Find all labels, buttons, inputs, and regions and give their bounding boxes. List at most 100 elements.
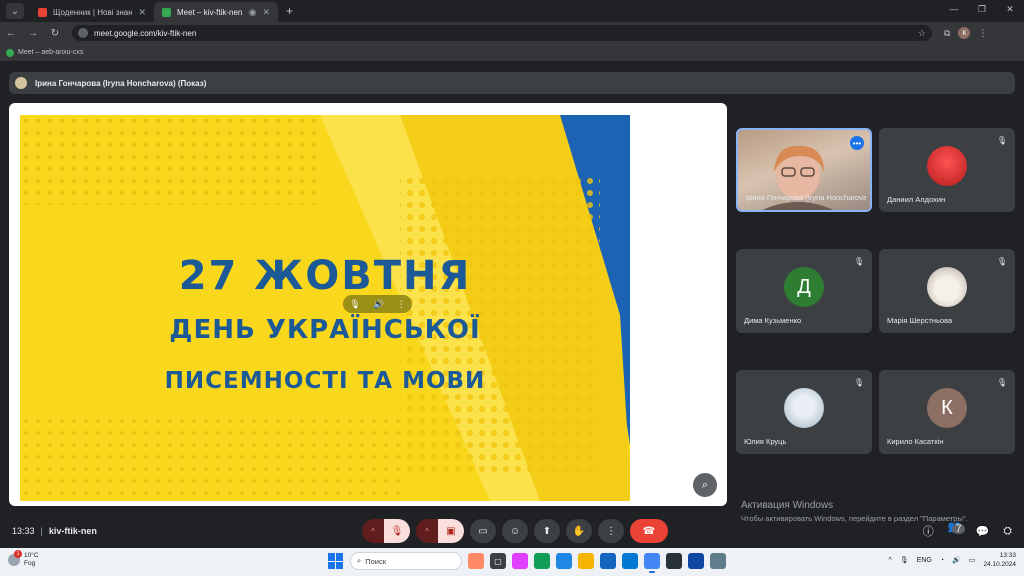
system-tray: ^ 🎙 ENG ◔ 🔊 ▭ 13:33 24.10.2024	[889, 551, 1016, 569]
participant-tile[interactable]: 🎙 Марія Шерстньова	[879, 249, 1015, 333]
taskbar-search[interactable]: ⌕ Поиск	[350, 552, 462, 570]
mic-off-icon: 🎙	[853, 257, 864, 266]
tab-search-button[interactable]: ⌄	[6, 3, 24, 19]
language-indicator[interactable]: ENG	[917, 557, 932, 564]
more-icon[interactable]: ⋮	[397, 299, 406, 310]
weather-text: 10°C Fog	[24, 552, 39, 568]
camera-off-icon: ▣	[446, 525, 456, 537]
mic-off-icon[interactable]: 🎙	[349, 299, 360, 310]
more-icon[interactable]: •••	[850, 136, 864, 150]
captions-button[interactable]: ▭	[470, 519, 496, 543]
notification-badge: 1	[14, 550, 22, 558]
weather-condition: Fog	[24, 560, 36, 567]
tab-shchodennyk[interactable]: Щоденник | Нові знання ✕	[30, 2, 154, 22]
meeting-code: kiv-ftik-nen	[48, 526, 97, 536]
participant-tile[interactable]: 🎙 Д Дима Кузьменко	[736, 249, 872, 333]
profile-avatar[interactable]: К	[958, 27, 971, 39]
meet-control-bar: 13:33 | kiv-ftik-nen ^ 🎙 ^ ▣ ▭ ☺ ⬆ ✋ ⋮ ☎…	[0, 514, 1024, 548]
task-view-icon[interactable]: ▢	[490, 553, 506, 569]
edge-icon[interactable]	[534, 553, 550, 569]
chrome-icon[interactable]	[644, 553, 660, 573]
participant-avatar: Д	[784, 267, 824, 307]
volume-icon[interactable]: 🔊	[952, 556, 961, 564]
browser-tab-strip: ⌄ Щоденник | Нові знання ✕ Meet – kiv-ft…	[0, 0, 1024, 22]
close-icon[interactable]: ✕	[138, 7, 146, 18]
emoji-button[interactable]: ☺	[502, 519, 528, 543]
address-bar[interactable]: meet.google.com/kiv-ftik-nen ☆	[72, 25, 932, 41]
participant-name: Кирило Касаткін	[887, 437, 944, 446]
store-icon[interactable]	[600, 553, 616, 569]
battery-icon[interactable]: ▭	[969, 556, 976, 564]
presenter-label: Ірина Гончарова (Iryna Honcharova) (Пока…	[35, 78, 207, 88]
participant-tile[interactable]: 🎙 К Кирило Касаткін	[879, 370, 1015, 454]
leave-call-button[interactable]: ☎	[630, 519, 668, 543]
audio-settings-button[interactable]: ^	[362, 519, 384, 543]
tab-favicon	[38, 7, 47, 17]
activities-icon[interactable]: ⛭	[1003, 525, 1012, 538]
presentation-slide: 27 ЖОВТНЯ ДЕНЬ УКРАЇНСЬКОЇ ПИСЕМНОСТІ ТА…	[20, 115, 630, 501]
raise-hand-button[interactable]: ✋	[566, 519, 592, 543]
tab-meet[interactable]: Meet – kiv-ftik-nen ◉ ✕	[154, 2, 278, 22]
forward-icon[interactable]: →	[22, 28, 44, 39]
reload-icon[interactable]: ↻	[44, 28, 66, 39]
tab-label: Meet – kiv-ftik-nen	[177, 7, 243, 17]
mic-off-icon: 🎙	[996, 136, 1007, 145]
copilot-icon[interactable]	[512, 553, 528, 569]
participant-name: Марія Шерстньова	[887, 316, 953, 325]
participant-tile[interactable]: 🎙 Юлия Круць	[736, 370, 872, 454]
app-icon[interactable]	[666, 553, 682, 569]
info-icon[interactable]: ⓘ	[923, 523, 934, 539]
edge-browser-icon[interactable]	[556, 553, 572, 569]
new-tab-icon[interactable]: +	[286, 4, 293, 18]
windows-start-icon[interactable]	[328, 553, 344, 569]
meeting-time: 13:33	[12, 526, 35, 536]
taskbar-clock[interactable]: 13:33 24.10.2024	[983, 551, 1016, 569]
widgets-app-icon[interactable]	[468, 553, 484, 569]
outlook-icon[interactable]	[622, 553, 638, 569]
wifi-icon[interactable]: ◔	[940, 557, 944, 564]
meet-bookmark-icon	[6, 48, 14, 57]
microphone-icon[interactable]: 🎙	[900, 556, 909, 564]
more-icon: ⋮	[606, 525, 616, 537]
volume-icon[interactable]: 🔊	[373, 299, 384, 310]
participant-tile[interactable]: 🎙 Даниил Алдохин	[879, 128, 1015, 212]
file-explorer-icon[interactable]	[578, 553, 594, 569]
extensions-icon[interactable]: ⧉	[944, 28, 950, 39]
calculator-icon[interactable]	[710, 553, 726, 569]
presenter-avatar	[15, 77, 27, 89]
chat-icon[interactable]: 💬	[975, 525, 989, 538]
slide-subtitle: ДЕНЬ УКРАЇНСЬКОЇ	[169, 315, 481, 345]
bookmark-star-icon[interactable]: ☆	[918, 28, 926, 39]
app-icon[interactable]	[688, 553, 704, 569]
present-icon: ⬆	[542, 525, 552, 537]
site-info-icon[interactable]	[78, 28, 88, 38]
close-window-icon[interactable]: ✕	[996, 0, 1024, 18]
bookmark-meet[interactable]: Meet – aeb-anxu-cxs	[18, 49, 83, 56]
video-settings-button[interactable]: ^	[416, 519, 438, 543]
presentation-stage: 27 ЖОВТНЯ ДЕНЬ УКРАЇНСЬКОЇ ПИСЕМНОСТІ ТА…	[9, 103, 727, 506]
back-icon[interactable]: ←	[0, 28, 22, 39]
url-text[interactable]: meet.google.com/kiv-ftik-nen	[94, 29, 912, 38]
chevron-up-icon[interactable]: ^	[889, 557, 892, 564]
participant-tile[interactable]: ••• Ірина Гончарова (Iryna Honcharova)	[736, 128, 872, 212]
weather-widget[interactable]: 1 10°C Fog	[8, 550, 39, 568]
participant-avatar: К	[927, 388, 967, 428]
more-icon[interactable]: ⋮	[978, 28, 987, 39]
clock-time: 13:33	[999, 552, 1016, 559]
present-button[interactable]: ⬆	[534, 519, 560, 543]
chevron-down-icon: ⌄	[10, 5, 20, 17]
restore-icon[interactable]: ❐	[968, 0, 996, 18]
more-options-button[interactable]: ⋮	[598, 519, 624, 543]
camera-toggle-button[interactable]: ▣	[438, 519, 464, 543]
close-icon[interactable]: ✕	[262, 7, 270, 18]
minimize-icon[interactable]: —	[940, 0, 968, 18]
weather-temp: 10°C	[24, 552, 39, 559]
mic-toggle-button[interactable]: 🎙	[384, 519, 410, 543]
hand-icon: ✋	[572, 525, 586, 537]
people-icon[interactable]: 👥7	[948, 520, 966, 543]
zoom-icon: ⌕	[701, 478, 709, 491]
participant-name: Даниил Алдохин	[887, 195, 946, 204]
zoom-button[interactable]: ⌕	[693, 473, 717, 497]
divider: |	[40, 526, 43, 536]
windows-taskbar: 1 10°C Fog ⌕ Поиск ▢ ^ 🎙 ENG ◔ 🔊 ▭ 13:33	[0, 548, 1024, 576]
